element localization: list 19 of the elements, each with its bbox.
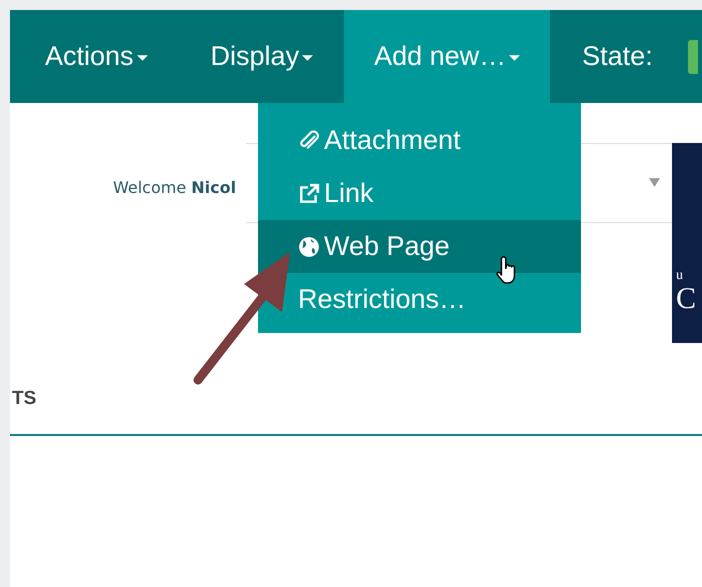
nav-menu-button[interactable]: State: (550, 10, 684, 103)
section-heading: TS (10, 388, 702, 436)
nav-menu-button[interactable]: Display (178, 10, 344, 103)
nav-menu-button[interactable]: Actions (13, 10, 179, 103)
nav-menu-button[interactable]: Add new… (344, 10, 550, 103)
menu-item[interactable]: Web Page (258, 220, 581, 273)
welcome-text: Welcome Nicol (113, 178, 236, 197)
globe-icon (298, 236, 320, 258)
caret-icon (136, 55, 148, 61)
menu-item[interactable]: Link (258, 167, 581, 220)
menu-item[interactable]: Attachment (258, 114, 581, 167)
caret-icon (509, 55, 520, 61)
caret-icon (302, 55, 314, 61)
external-link-icon (298, 182, 320, 204)
state-badge (688, 40, 698, 74)
dropdown-caret-icon (649, 178, 660, 187)
banner-text: C (676, 284, 698, 314)
paperclip-icon (298, 130, 320, 152)
banner-text: u (676, 268, 684, 284)
